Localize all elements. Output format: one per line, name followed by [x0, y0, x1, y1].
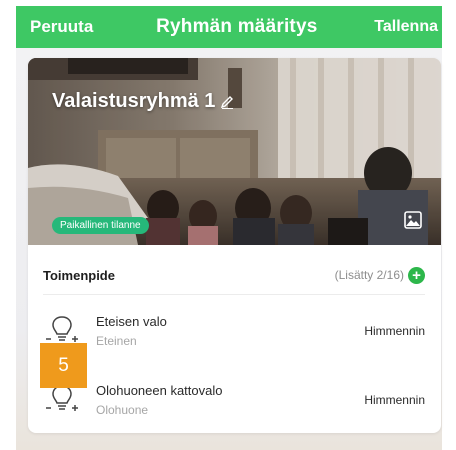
device-room: Olohuone: [96, 403, 149, 417]
scene-type-badge: Paikallinen tilanne: [52, 217, 149, 234]
device-room: Eteinen: [96, 334, 137, 348]
cancel-button[interactable]: Peruuta: [30, 17, 93, 37]
device-row[interactable]: Eteisen valo Eteinen Himmennin: [43, 314, 425, 368]
device-action[interactable]: Himmennin: [364, 393, 425, 407]
device-action[interactable]: Himmennin: [364, 324, 425, 338]
group-name-label[interactable]: Valaistusryhmä 1: [52, 90, 235, 113]
step-marker: 5: [40, 343, 87, 388]
device-row[interactable]: Olohuoneen kattovalo Olohuone Himmennin: [43, 383, 425, 433]
image-icon[interactable]: [403, 210, 423, 230]
actions-header: Toimenpide (Lisätty 2/16) +: [43, 256, 425, 295]
device-name: Eteisen valo: [96, 314, 167, 329]
actions-title: Toimenpide: [43, 267, 115, 283]
group-card: Valaistusryhmä 1 Paikallinen tilanne Toi…: [28, 58, 441, 433]
device-name: Olohuoneen kattovalo: [96, 383, 223, 398]
add-action[interactable]: (Lisätty 2/16) +: [334, 266, 425, 284]
added-count: (Lisätty 2/16): [334, 268, 404, 282]
page-title: Ryhmän määritys: [156, 16, 318, 37]
top-bar: Peruuta Ryhmän määritys Tallenna: [16, 6, 442, 48]
dimmer-bulb-icon: [46, 385, 78, 411]
scene-image[interactable]: Valaistusryhmä 1 Paikallinen tilanne: [28, 58, 441, 245]
save-button[interactable]: Tallenna: [374, 18, 438, 36]
plus-circle-icon[interactable]: +: [408, 266, 425, 284]
pencil-icon[interactable]: [219, 94, 235, 110]
group-name: Valaistusryhmä 1: [52, 90, 216, 112]
